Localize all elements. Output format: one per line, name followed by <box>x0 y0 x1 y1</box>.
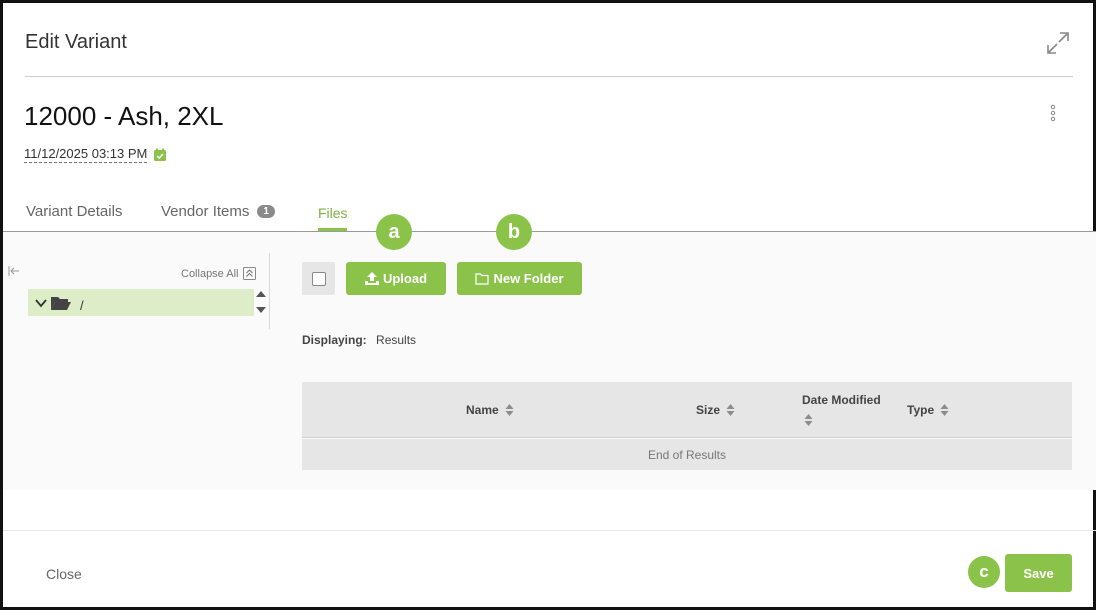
column-header-name-label: Name <box>466 403 499 417</box>
select-all-checkbox[interactable] <box>302 262 335 295</box>
expand-icon[interactable] <box>1045 30 1071 56</box>
close-button[interactable]: Close <box>46 566 82 582</box>
column-header-size[interactable]: Size <box>696 403 735 417</box>
files-grid-header: Name Size Date Modified Type <box>302 382 1072 438</box>
column-header-size-label: Size <box>696 403 721 417</box>
grid-end-of-results: End of Results <box>302 439 1072 470</box>
sort-icon <box>505 404 514 416</box>
upload-button[interactable]: Upload <box>346 262 446 295</box>
column-header-date-modified[interactable]: Date Modified <box>802 393 881 407</box>
kebab-icon[interactable] <box>1047 103 1059 123</box>
scroll-up-arrow-icon[interactable] <box>256 290 266 298</box>
calendar-check-icon[interactable] <box>153 148 167 162</box>
footer-divider <box>3 530 1096 531</box>
edit-variant-modal: Edit Variant 12000 - Ash, 2XL 11/12/2025… <box>0 0 1096 610</box>
record-date[interactable]: 11/12/2025 03:13 PM <box>24 146 167 163</box>
upload-icon <box>364 272 379 285</box>
tab-files[interactable]: Files <box>318 205 348 221</box>
sort-icon <box>726 404 735 416</box>
column-header-date-modified-label: Date Modified <box>802 393 881 407</box>
tab-variant-details[interactable]: Variant Details <box>26 203 122 220</box>
vendor-items-count-badge: 1 <box>257 205 275 218</box>
tree-divider[interactable] <box>269 253 270 329</box>
tree-root-folder[interactable]: / <box>28 289 254 316</box>
collapse-all-label: Collapse All <box>181 267 239 280</box>
folder-open-icon <box>51 296 71 310</box>
column-header-type[interactable]: Type <box>907 403 949 417</box>
tree-root-label: / <box>80 298 84 313</box>
displaying-value: Results <box>376 333 417 347</box>
new-folder-button[interactable]: New Folder <box>457 262 582 295</box>
displaying-label: Displaying: <box>302 333 367 347</box>
sort-icon[interactable] <box>804 413 813 427</box>
column-header-type-label: Type <box>907 403 935 417</box>
sort-icon <box>940 404 949 416</box>
tab-vendor-items-label: Vendor Items <box>161 203 250 220</box>
upload-label: Upload <box>382 271 428 286</box>
modal-title: Edit Variant <box>25 31 127 53</box>
record-title: 12000 - Ash, 2XL <box>24 101 224 131</box>
collapse-sidebar-icon[interactable] <box>8 265 20 277</box>
scroll-down-arrow-icon[interactable] <box>256 306 266 314</box>
double-chevron-up-icon <box>243 267 257 280</box>
tab-vendor-items[interactable]: Vendor Items 1 <box>161 203 275 220</box>
header-divider <box>25 76 1073 77</box>
save-button[interactable]: Save <box>1005 554 1072 592</box>
chevron-down-icon[interactable] <box>34 296 48 310</box>
column-header-name[interactable]: Name <box>466 403 514 417</box>
callout-marker-a: a <box>376 214 412 250</box>
record-date-text[interactable]: 11/12/2025 03:13 PM <box>24 146 148 163</box>
callout-marker-b: b <box>496 214 532 250</box>
callout-marker-c: c <box>968 556 1000 588</box>
collapse-all-button[interactable]: Collapse All <box>181 267 257 280</box>
checkbox[interactable] <box>312 272 326 286</box>
displaying-summary: Displaying: Results <box>302 333 416 347</box>
new-folder-label: New Folder <box>493 271 564 286</box>
tab-variant-details-label: Variant Details <box>26 203 123 220</box>
tab-files-label: Files <box>318 205 348 221</box>
folder-icon <box>475 273 490 285</box>
